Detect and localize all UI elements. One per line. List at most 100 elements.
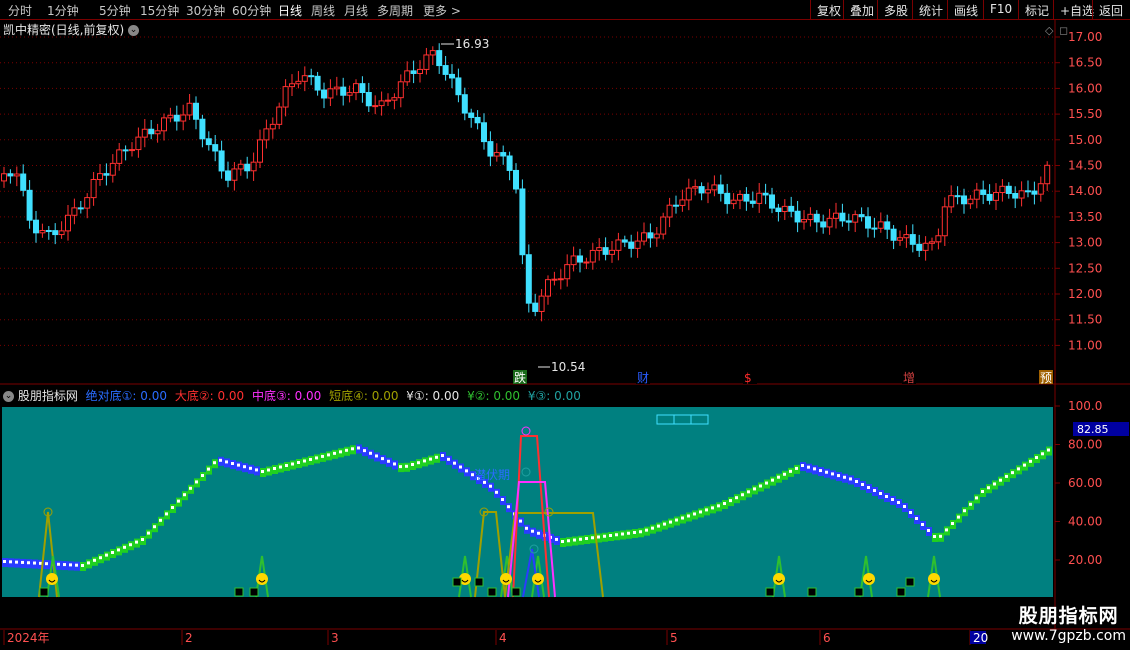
band-highlight (957, 515, 960, 519)
band-highlight (387, 459, 390, 463)
indicator-value: ¥①: 0.00 (402, 389, 460, 403)
price-tick-label: 14.50 (1068, 159, 1102, 173)
candle-body (487, 141, 494, 157)
band-highlight (417, 461, 420, 465)
candle-body (186, 102, 193, 116)
band-highlight (879, 492, 882, 495)
candle-body (634, 240, 641, 249)
candle-body (129, 149, 135, 152)
candle-body (84, 197, 91, 209)
price-tick-label: 16.00 (1068, 81, 1102, 95)
candle-body (493, 152, 500, 157)
candle-body (909, 234, 916, 245)
band-highlight (357, 446, 360, 450)
chevron-down-icon[interactable]: ⌄ (3, 391, 14, 402)
candle-body (455, 77, 462, 96)
band-highlight (1017, 467, 1020, 471)
high-label: 16.93 (455, 37, 489, 51)
candle-body (986, 193, 993, 201)
band-highlight (255, 468, 258, 472)
band-highlight (597, 535, 600, 539)
band-highlight (651, 526, 654, 530)
signal-block (854, 587, 864, 597)
band-highlight (579, 537, 582, 541)
indicator-value: ¥③: 0.00 (524, 389, 581, 403)
event-marker[interactable]: 预 (1039, 370, 1053, 385)
band-highlight (963, 509, 966, 513)
candle-body (564, 264, 571, 280)
band-highlight (321, 454, 324, 458)
band-highlight (777, 475, 780, 479)
event-marker[interactable]: 财 (636, 370, 650, 385)
candle-body (474, 116, 481, 124)
candle-body (468, 112, 475, 118)
signal-block (807, 587, 817, 597)
band-highlight (801, 464, 804, 467)
price-tick-label: 17.00 (1068, 30, 1102, 44)
band-highlight (669, 520, 672, 524)
band-highlight (159, 518, 162, 522)
band-highlight (537, 531, 540, 535)
indicator-header: ⌄ 股朋指标网 绝对底①: 0.00 大底②: 0.00 中底③: 0.00 短… (3, 387, 581, 404)
candle-body (122, 149, 129, 152)
band-highlight (795, 466, 798, 470)
indicator-value: 短底④: 0.00 (325, 389, 399, 403)
band-highlight (897, 501, 900, 504)
band-highlight (333, 451, 336, 455)
event-marker-label: 增 (903, 371, 915, 385)
band-highlight (201, 474, 204, 477)
signal-block (39, 587, 49, 597)
candle-body (653, 233, 660, 239)
indicator-values: 绝对底①: 0.00 大底②: 0.00 中底③: 0.00 短底④: 0.00… (82, 389, 581, 403)
candle-body (314, 75, 321, 91)
band-highlight (645, 528, 648, 532)
collapse-icon[interactable]: ◻ (1059, 24, 1068, 37)
candle-body (449, 73, 455, 79)
candle-body (237, 163, 244, 170)
band-highlight (63, 563, 66, 567)
signal-block (474, 577, 484, 587)
candle-body (941, 206, 948, 237)
band-highlight (3, 560, 6, 563)
candle-body (346, 92, 353, 96)
band-highlight (411, 463, 414, 466)
event-marker-label: 财 (637, 371, 649, 385)
candle-body (583, 261, 590, 264)
candle-body (602, 247, 609, 255)
band-highlight (519, 519, 522, 523)
candle-body (647, 232, 654, 239)
candle-body (609, 249, 615, 255)
band-highlight (711, 506, 714, 510)
candle-body (58, 230, 65, 236)
candle-body (967, 198, 974, 205)
indicator-name[interactable]: 股朋指标网 (18, 389, 78, 403)
band-highlight (261, 470, 264, 473)
candle-body (557, 278, 564, 281)
band-highlight (423, 459, 426, 463)
band-highlight (735, 496, 738, 500)
candle-body (1005, 185, 1012, 194)
band-highlight (33, 561, 36, 565)
band-highlight (525, 526, 528, 530)
band-highlight (705, 508, 708, 512)
indicator-value: 中底③: 0.00 (248, 389, 322, 403)
candle-body (161, 117, 167, 132)
date-axis: 2024年 2 3 4 5 6 20 (3, 630, 988, 645)
band-highlight (453, 461, 456, 465)
candle-body (551, 278, 558, 281)
smiley-icon (532, 573, 544, 585)
band-highlight (147, 531, 150, 535)
band-highlight (309, 457, 312, 461)
candle-body (218, 150, 225, 172)
candle-body (775, 207, 782, 213)
diamond-icon[interactable]: ◇ (1045, 24, 1054, 37)
candle-body (577, 255, 583, 263)
band-highlight (1011, 471, 1014, 475)
event-marker[interactable]: 增 (902, 370, 916, 385)
event-marker[interactable]: $ (743, 370, 757, 385)
band-highlight (621, 532, 624, 536)
band-highlight (591, 536, 594, 540)
band-highlight (225, 460, 228, 464)
event-marker[interactable]: 跌 (513, 370, 527, 385)
candle-body (154, 130, 161, 135)
